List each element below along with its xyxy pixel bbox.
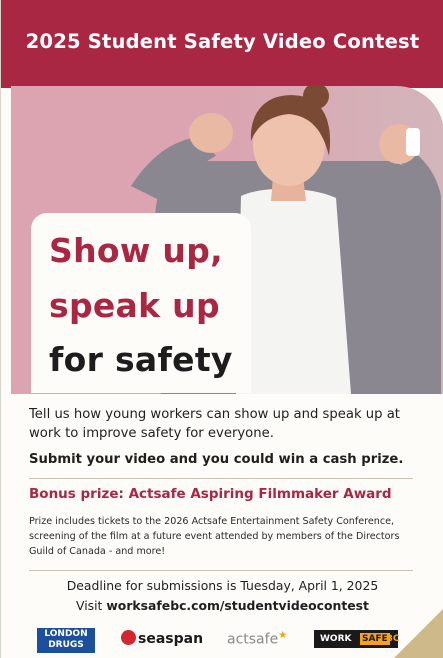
headline-line-3: for safety	[49, 340, 233, 379]
headline-line-2: speak up	[49, 286, 220, 325]
poster-title: 2025 Student Safety Video Contest	[25, 30, 420, 53]
intro-text: Tell us how young workers can show up an…	[29, 407, 400, 441]
visit-line: Visit worksafebc.com/studentvideocontest	[1, 598, 443, 613]
bonus-prize-title: Bonus prize: Actsafe Aspiring Filmmaker …	[29, 486, 392, 502]
london-drugs-logo: LONDON DRUGS	[37, 628, 95, 653]
seaspan-logo: seaspan	[121, 630, 203, 650]
deadline-text: Deadline for submissions is Tuesday, Apr…	[66, 578, 379, 593]
headline-line-1: Show up,	[49, 231, 223, 270]
divider	[29, 570, 413, 571]
actsafe-wordmark: actsafe	[227, 631, 279, 648]
visit-prefix: Visit	[76, 598, 107, 613]
page-corner-curl	[394, 608, 443, 658]
worksafebc-work: WORK	[320, 634, 352, 644]
seaspan-wordmark: seaspan	[138, 631, 204, 647]
bonus-prize-description: Prize includes tickets to the 2026 Actsa…	[29, 516, 400, 557]
seaspan-mark-icon	[121, 630, 136, 645]
actsafe-logo: actsafe★	[227, 630, 287, 648]
submit-callout: Submit your video and you could win a ca…	[29, 452, 404, 467]
actsafe-star-icon: ★	[278, 630, 288, 641]
divider	[29, 478, 413, 479]
poster: 2025 Student Safety Video Contest Show u…	[0, 0, 443, 658]
worksafebc-logo: WORK SAFE BC	[314, 630, 399, 648]
contest-url-link[interactable]: worksafebc.com/studentvideocontest	[106, 598, 369, 613]
sponsor-logos: LONDON DRUGS seaspan actsafe★ WORK SAFE …	[1, 625, 443, 655]
